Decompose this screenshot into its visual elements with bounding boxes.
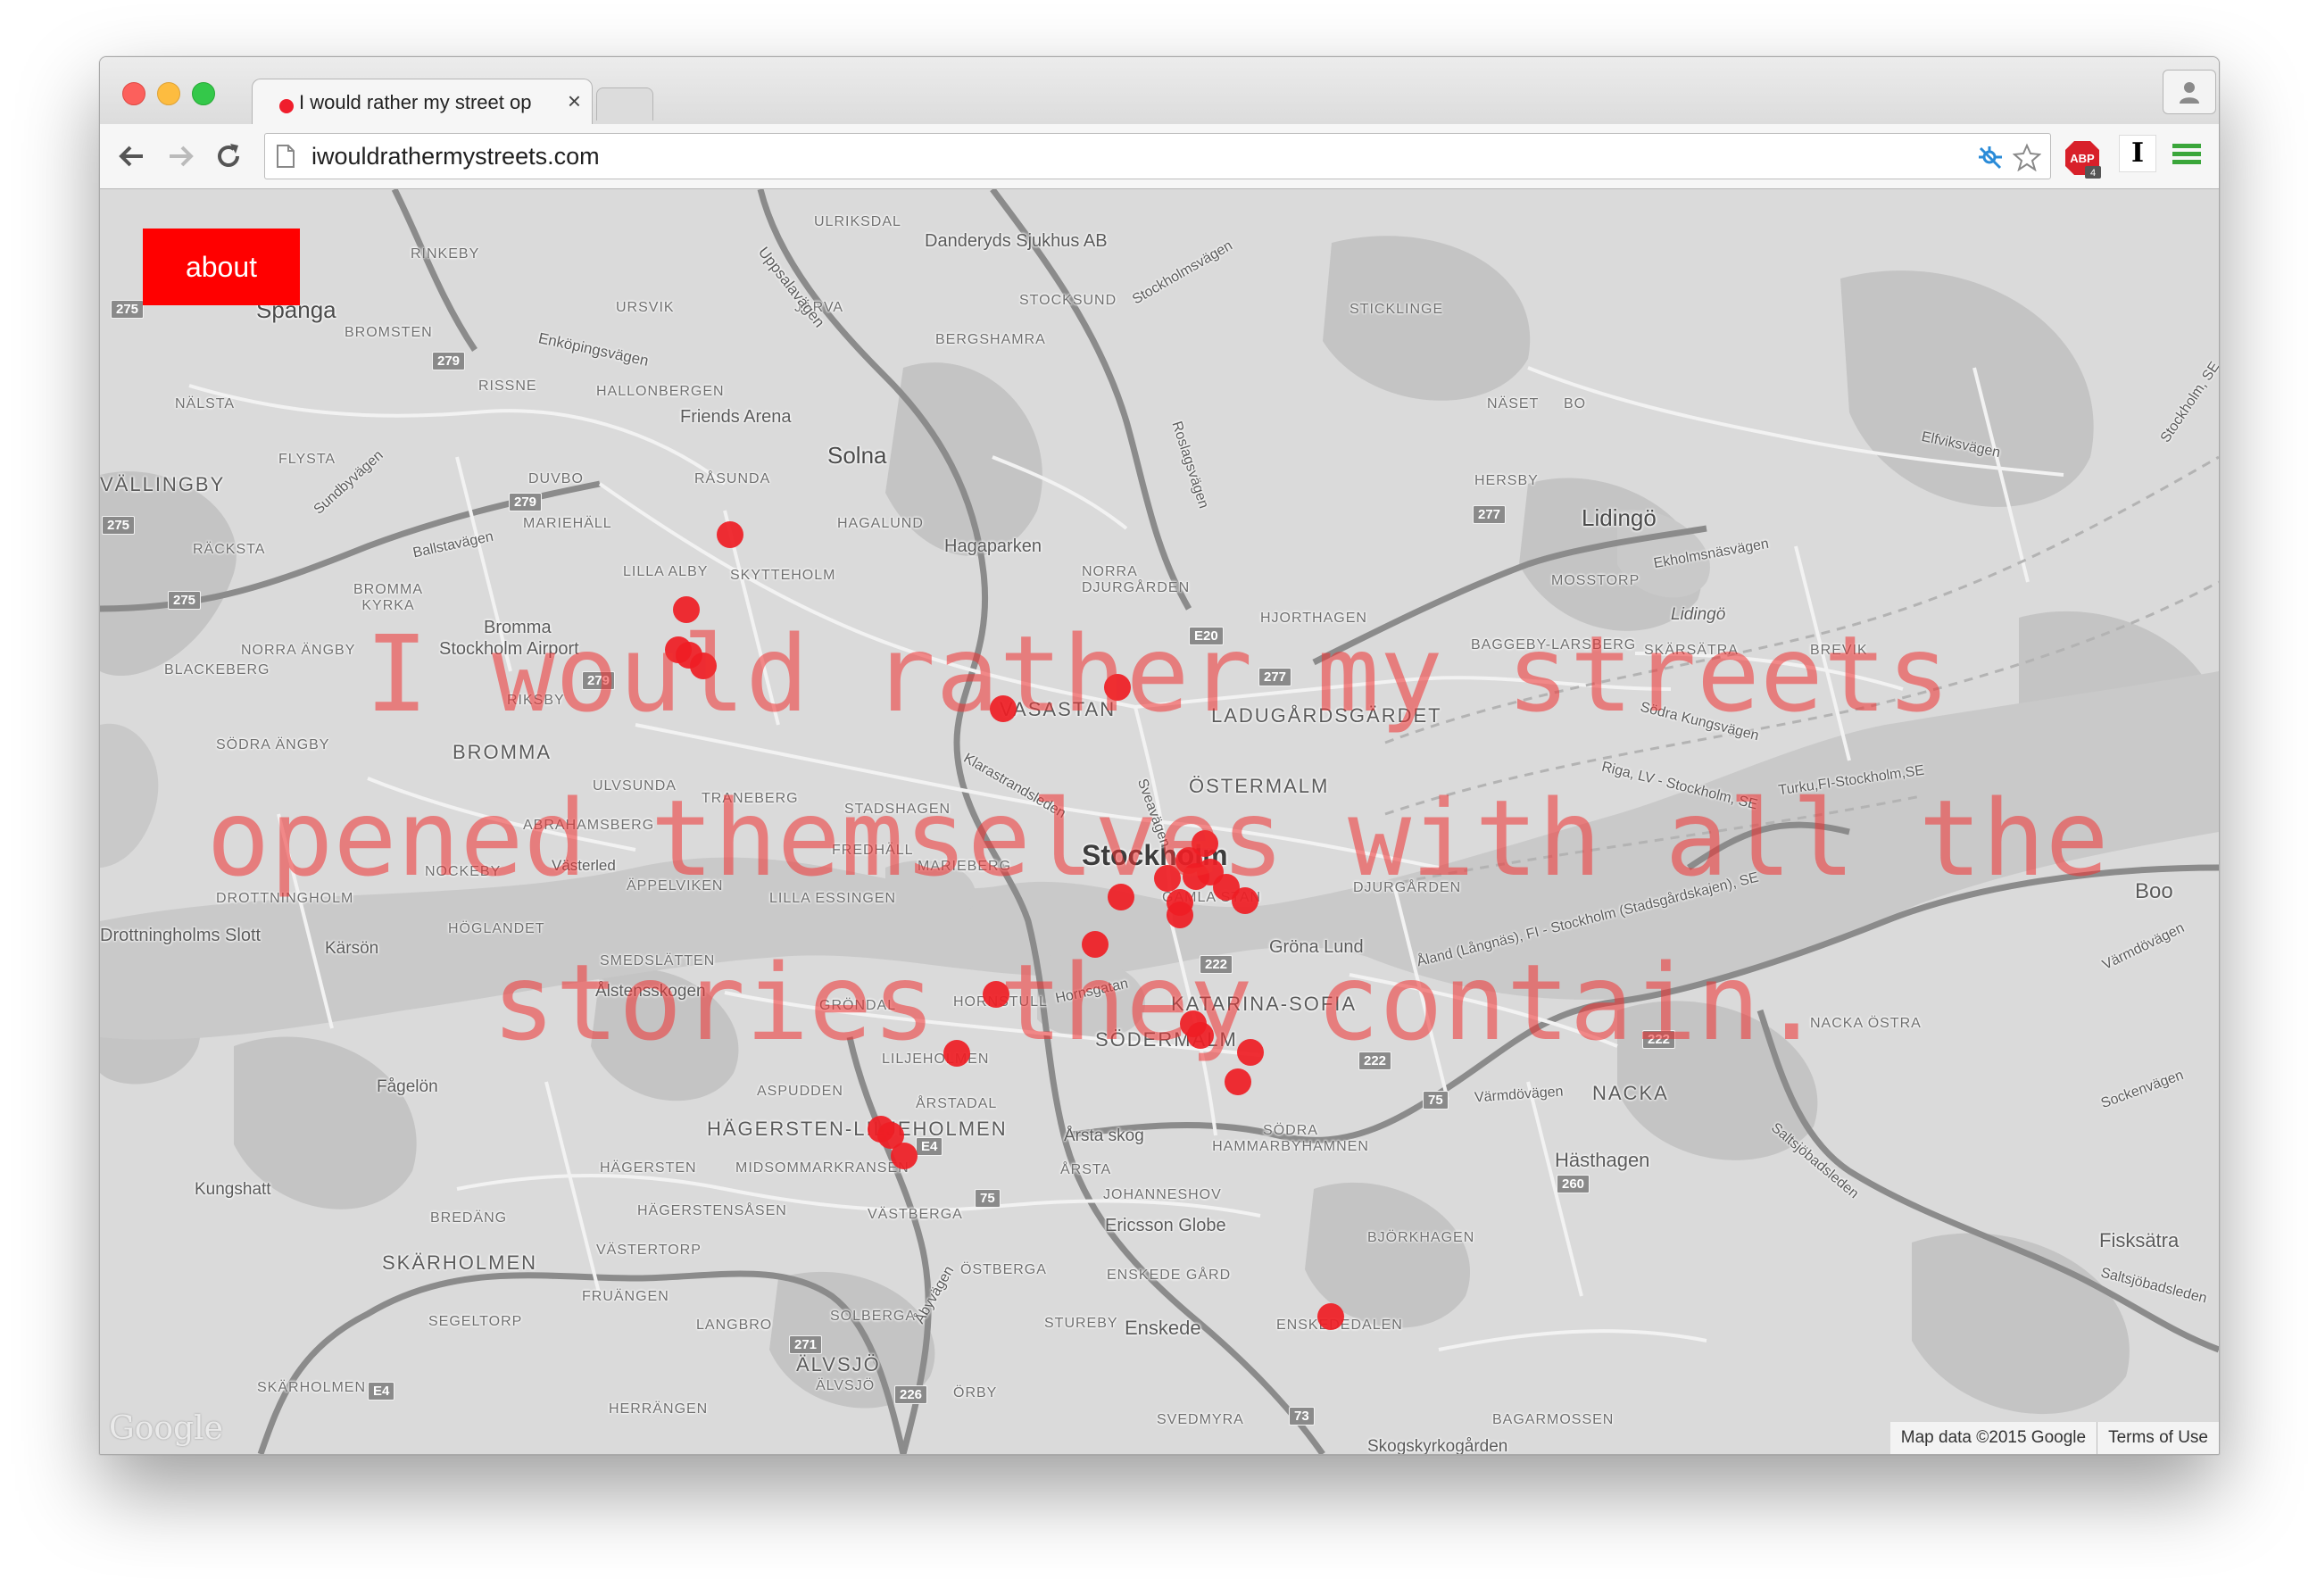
close-window-button[interactable] (122, 82, 145, 105)
google-logo[interactable]: Google (109, 1410, 223, 1447)
headline-text: I would rather my streets opened themsel… (206, 612, 2109, 1064)
hamburger-icon (2172, 144, 2201, 164)
browser-tab[interactable]: I would rather my street op × (252, 79, 593, 126)
person-icon (2180, 82, 2199, 104)
abp-label: ABP (2070, 152, 2095, 165)
back-button[interactable] (116, 140, 148, 172)
translate-icon[interactable] (1977, 143, 2006, 171)
title-bar: I would rather my street op × (100, 57, 2219, 126)
tab-title: I would rather my street op (299, 91, 532, 113)
url-text: iwouldrathermystreets.com (311, 143, 600, 170)
browser-toolbar: iwouldrathermystreets.com ABP 4 I (100, 124, 2219, 189)
new-tab-button[interactable] (596, 87, 653, 121)
favicon-icon (279, 99, 294, 113)
minimize-window-button[interactable] (157, 82, 180, 105)
adblock-plus-button[interactable]: ABP 4 (2064, 139, 2103, 183)
back-arrow-icon (119, 145, 143, 167)
adblock-icon: ABP 4 (2065, 141, 2101, 179)
map-attribution: Map data ©2015 Google Terms of Use (1889, 1422, 2219, 1454)
reload-icon (218, 144, 239, 167)
page-icon (277, 145, 295, 168)
map-canvas[interactable]: Stockholm Solna Lidingö Spånga Danderyds… (100, 189, 2219, 1454)
menu-button[interactable] (2172, 142, 2201, 171)
forward-arrow-icon (170, 145, 194, 167)
forward-button[interactable] (164, 140, 196, 172)
abp-badge: 4 (2090, 168, 2096, 179)
story-marker[interactable] (891, 1143, 918, 1169)
instapaper-button[interactable]: I (2119, 135, 2156, 172)
zoom-window-button[interactable] (192, 82, 215, 105)
about-button[interactable]: about (143, 229, 300, 305)
terms-of-use-link[interactable]: Terms of Use (2097, 1422, 2219, 1454)
address-bar[interactable]: iwouldrathermystreets.com (264, 133, 2051, 179)
story-marker[interactable] (717, 521, 743, 548)
star-icon[interactable] (2013, 143, 2041, 171)
reload-button[interactable] (212, 140, 245, 172)
story-marker[interactable] (1317, 1303, 1344, 1330)
browser-window: I would rather my street op × iwouldrath… (99, 56, 2220, 1455)
profile-button[interactable] (2163, 70, 2216, 114)
tab-close-icon[interactable]: × (568, 87, 581, 115)
map-data-text: Map data ©2015 Google (1900, 1428, 2087, 1447)
